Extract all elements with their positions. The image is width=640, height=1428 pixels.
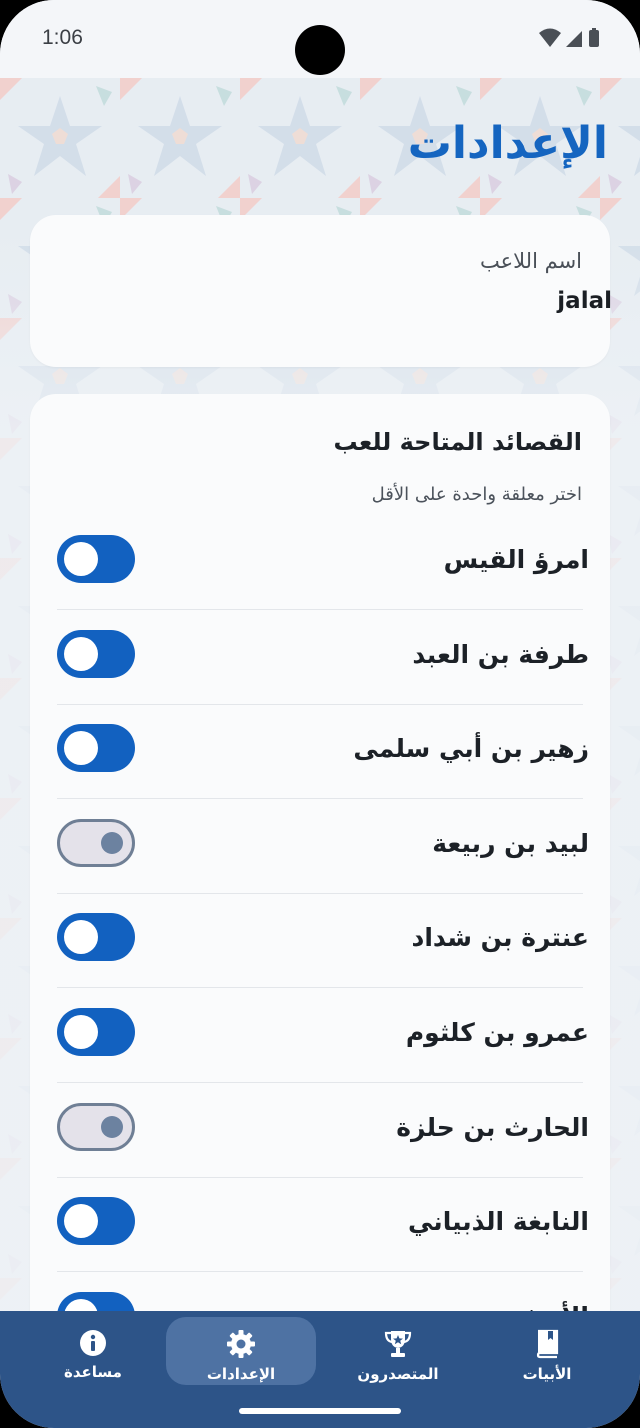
poet-row[interactable]: الحارث بن حلزة [57, 1083, 589, 1178]
poet-toggle[interactable] [57, 818, 135, 867]
home-indicator [239, 1408, 401, 1414]
toggle-knob [101, 831, 123, 854]
poet-toggle[interactable] [57, 1008, 135, 1056]
poet-toggle[interactable] [57, 535, 135, 583]
trophy-icon [384, 1331, 412, 1357]
player-name-input[interactable]: jalal [557, 288, 612, 314]
poet-row[interactable]: عمرو بن كلثوم [57, 988, 589, 1083]
nav-leaderboard[interactable]: المتصدرون [323, 1317, 473, 1385]
wifi-icon [539, 28, 561, 47]
toggle-knob [64, 1204, 98, 1239]
page-title: الإعدادات [407, 118, 608, 169]
poet-toggle[interactable] [57, 1197, 135, 1246]
player-name-label: اسم اللاعب [480, 249, 582, 273]
poet-toggle[interactable] [57, 629, 135, 678]
poems-card: القصائد المتاحة للعب اختر معلقة واحدة عل… [30, 394, 610, 1394]
poet-name: طرفة بن العبد [412, 639, 589, 669]
toggle-knob [64, 1015, 98, 1049]
poet-row[interactable]: امرؤ القيس [57, 515, 589, 610]
poems-section-subtitle: اختر معلقة واحدة على الأقل [371, 484, 582, 505]
battery-icon [589, 30, 599, 47]
signal-icon [566, 31, 582, 47]
camera-cutout [295, 25, 345, 75]
poet-row[interactable]: زهير بن أبي سلمى [57, 704, 589, 800]
poet-row[interactable]: لبيد بن ربيعة [57, 799, 589, 894]
toggle-knob [64, 542, 98, 576]
poet-name: النابغة الذبياني [408, 1207, 589, 1237]
phone-screen: 1:06 الإعدادات اسم اللاعب jalal القصائد … [0, 0, 640, 1428]
toggle-knob [64, 636, 98, 671]
nav-help-label: مساعدة [64, 1363, 122, 1381]
poet-name: عنترة بن شداد [411, 923, 589, 953]
player-name-card[interactable]: اسم اللاعب [30, 215, 610, 367]
status-bar: 1:06 [0, 0, 640, 78]
poet-row[interactable]: طرفة بن العبد [57, 610, 589, 705]
poet-name: الحارث بن حلزة [396, 1112, 589, 1142]
poet-name: لبيد بن ربيعة [432, 828, 589, 858]
toggle-knob [64, 920, 98, 955]
nav-leaderboard-label: المتصدرون [357, 1365, 439, 1383]
nav-help[interactable]: مساعدة [18, 1317, 168, 1385]
toggle-knob [64, 731, 98, 766]
toggle-knob [101, 1115, 123, 1138]
nav-verses[interactable]: الأبيات [472, 1317, 622, 1385]
nav-verses-label: الأبيات [522, 1365, 572, 1383]
nav-settings[interactable]: الإعدادات [166, 1317, 316, 1385]
poet-name: امرؤ القيس [443, 545, 589, 574]
poet-name: عمرو بن كلثوم [405, 1018, 589, 1047]
poems-section-title: القصائد المتاحة للعب [333, 428, 582, 456]
status-time: 1:06 [42, 26, 83, 49]
info-icon [80, 1330, 106, 1356]
status-icons [539, 28, 599, 47]
poet-name: زهير بن أبي سلمى [353, 734, 589, 764]
poet-row[interactable]: عنترة بن شداد [57, 893, 589, 989]
poet-toggle[interactable] [57, 724, 135, 773]
poet-toggle[interactable] [57, 913, 135, 962]
poet-toggle[interactable] [57, 1102, 135, 1151]
poet-row[interactable]: النابغة الذبياني [57, 1177, 589, 1273]
gear-icon [227, 1330, 255, 1358]
book-icon [536, 1329, 559, 1359]
nav-settings-label: الإعدادات [206, 1365, 276, 1383]
